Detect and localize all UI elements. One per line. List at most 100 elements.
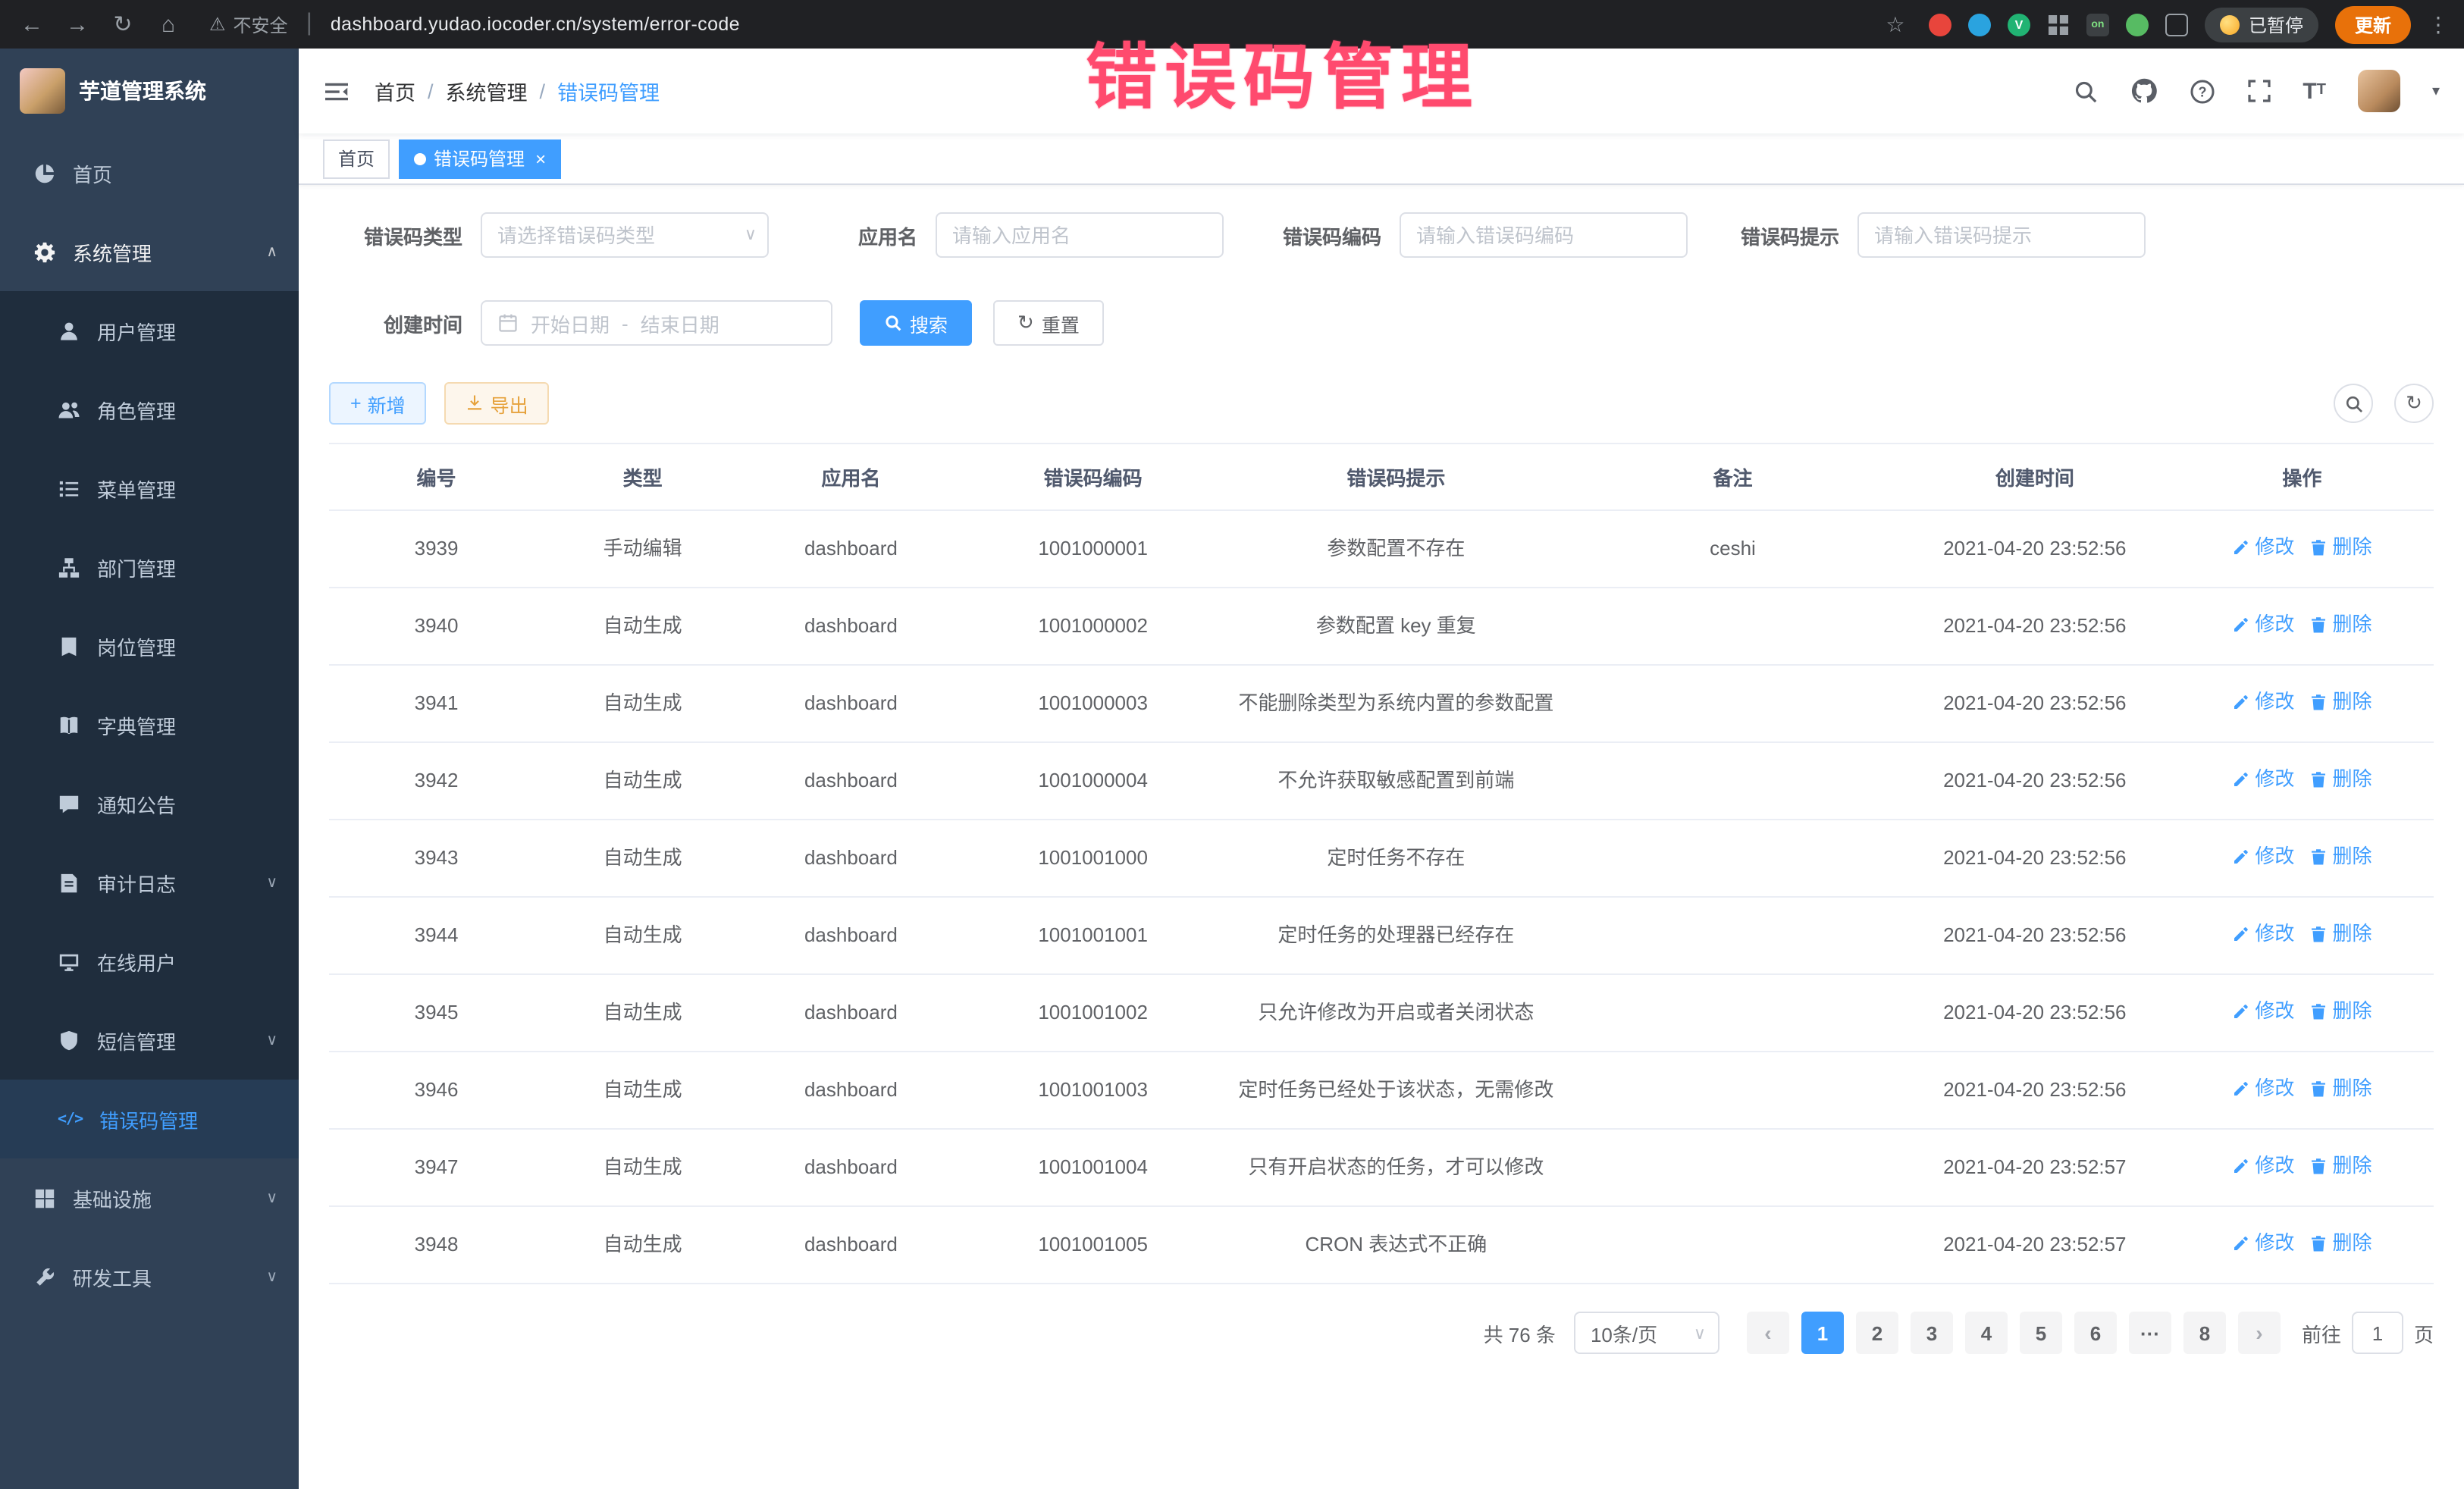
export-button[interactable]: 导出 — [445, 382, 550, 425]
reset-button[interactable]: ↻ 重置 — [993, 300, 1104, 346]
delete-link[interactable]: 删除 — [2309, 688, 2372, 716]
delete-link[interactable]: 删除 — [2309, 1230, 2372, 1257]
delete-link[interactable]: 删除 — [2309, 534, 2372, 561]
search-button[interactable]: 搜索 — [860, 300, 972, 346]
security-indicator[interactable]: ⚠ 不安全 — [209, 11, 288, 37]
trash-icon — [2309, 1234, 2328, 1252]
sidebar-item-menus[interactable]: 菜单管理 — [0, 449, 299, 528]
sidebar-item-users[interactable]: 用户管理 — [0, 291, 299, 370]
address-bar[interactable]: dashboard.yudao.iocoder.cn/system/error-… — [331, 14, 740, 35]
sidebar-logo[interactable]: 芋道管理系统 — [0, 49, 299, 133]
user-avatar[interactable] — [2358, 70, 2400, 112]
infra-grid-icon — [33, 1186, 56, 1209]
sidebar-toggle-icon[interactable] — [323, 80, 350, 102]
fullscreen-icon[interactable] — [2246, 79, 2271, 103]
delete-link[interactable]: 删除 — [2309, 611, 2372, 638]
page-size-select[interactable]: 10条/页 ∨ — [1574, 1312, 1719, 1354]
tag-error-codes[interactable]: 错误码管理 × — [399, 139, 561, 178]
error-type-select-input[interactable] — [481, 212, 769, 258]
prev-page-button[interactable]: ‹ — [1747, 1312, 1789, 1354]
sidebar-item-infra[interactable]: 基础设施 ∨ — [0, 1158, 299, 1237]
page-button-8[interactable]: 8 — [2183, 1312, 2226, 1354]
kebab-menu-icon[interactable]: ⋮ — [2428, 11, 2449, 37]
edit-link[interactable]: 修改 — [2232, 611, 2294, 638]
extensions-puzzle-icon[interactable] — [2165, 13, 2188, 36]
sidebar-item-posts[interactable]: 岗位管理 — [0, 607, 299, 685]
date-range-picker[interactable]: 开始日期 - 结束日期 — [481, 300, 832, 346]
extension-icon-blue[interactable] — [1968, 13, 1991, 36]
delete-link[interactable]: 删除 — [2309, 843, 2372, 870]
page-button-5[interactable]: 5 — [2020, 1312, 2062, 1354]
home-icon[interactable]: ⌂ — [152, 8, 185, 41]
breadcrumb-home[interactable]: 首页 — [375, 76, 415, 106]
table-toolbar: + 新增 导出 ↻ — [329, 382, 2434, 425]
error-msg-input[interactable] — [1857, 212, 2146, 258]
error-type-select[interactable]: ∨ — [481, 212, 769, 258]
extension-icon-grid[interactable] — [2047, 13, 2070, 36]
delete-link[interactable]: 删除 — [2309, 998, 2372, 1025]
sidebar-item-sms[interactable]: 短信管理 ∨ — [0, 1001, 299, 1080]
font-size-icon[interactable]: TT — [2303, 80, 2326, 102]
sidebar-item-roles[interactable]: 角色管理 — [0, 370, 299, 449]
edit-link[interactable]: 修改 — [2232, 1075, 2294, 1102]
sidebar-item-system[interactable]: 系统管理 ∧ — [0, 212, 299, 291]
end-date-placeholder[interactable]: 结束日期 — [641, 309, 719, 337]
tag-home[interactable]: 首页 — [323, 139, 390, 178]
filter-label-type: 错误码类型 — [329, 221, 462, 249]
edit-link[interactable]: 修改 — [2232, 688, 2294, 716]
page-button-2[interactable]: 2 — [1856, 1312, 1898, 1354]
page-button-6[interactable]: 6 — [2074, 1312, 2117, 1354]
delete-link[interactable]: 删除 — [2309, 1152, 2372, 1180]
edit-link[interactable]: 修改 — [2232, 1230, 2294, 1257]
page-more-button[interactable]: ··· — [2129, 1312, 2171, 1354]
show-search-button[interactable] — [2334, 384, 2373, 423]
extension-icon-green[interactable] — [2126, 13, 2149, 36]
edit-link[interactable]: 修改 — [2232, 998, 2294, 1025]
sidebar-item-audit-log[interactable]: 审计日志 ∨ — [0, 843, 299, 922]
goto-page-input[interactable] — [2352, 1312, 2403, 1354]
sidebar-item-depts[interactable]: 部门管理 — [0, 528, 299, 607]
edit-icon — [2232, 1157, 2250, 1175]
edit-link[interactable]: 修改 — [2232, 920, 2294, 948]
sidebar-item-online-users[interactable]: 在线用户 — [0, 922, 299, 1001]
help-icon[interactable]: ? — [2189, 78, 2215, 104]
extension-icon-vue[interactable]: V — [2008, 13, 2030, 36]
reload-icon[interactable]: ↻ — [106, 8, 140, 41]
dashboard-icon — [33, 161, 56, 184]
search-icon[interactable] — [2072, 78, 2098, 104]
delete-link[interactable]: 删除 — [2309, 766, 2372, 793]
edit-link[interactable]: 修改 — [2232, 766, 2294, 793]
sidebar-item-home[interactable]: 首页 — [0, 133, 299, 212]
error-code-input[interactable] — [1400, 212, 1688, 258]
refresh-table-button[interactable]: ↻ — [2394, 384, 2434, 423]
extension-icon-red[interactable] — [1929, 13, 1951, 36]
sidebar-item-error-codes[interactable]: </> 错误码管理 — [0, 1080, 299, 1158]
edit-link[interactable]: 修改 — [2232, 534, 2294, 561]
app-name-input[interactable] — [936, 212, 1224, 258]
breadcrumb-system[interactable]: 系统管理 — [446, 76, 528, 106]
filter-label-msg: 错误码提示 — [1688, 221, 1839, 249]
start-date-placeholder[interactable]: 开始日期 — [531, 309, 610, 337]
forward-icon[interactable]: → — [61, 8, 94, 41]
bookmark-star-icon[interactable]: ☆ — [1879, 8, 1912, 41]
add-button[interactable]: + 新增 — [329, 382, 427, 425]
browser-update-button[interactable]: 更新 — [2335, 5, 2411, 43]
extension-icon-badge[interactable]: on — [2086, 13, 2109, 36]
delete-link[interactable]: 删除 — [2309, 1075, 2372, 1102]
tag-close-icon[interactable]: × — [535, 149, 546, 168]
sidebar-item-notices[interactable]: 通知公告 — [0, 764, 299, 843]
page-button-1[interactable]: 1 — [1801, 1312, 1844, 1354]
page-button-4[interactable]: 4 — [1965, 1312, 2008, 1354]
sidebar-item-devtools[interactable]: 研发工具 ∨ — [0, 1237, 299, 1316]
back-icon[interactable]: ← — [15, 8, 49, 41]
sidebar-item-dicts[interactable]: 字典管理 — [0, 685, 299, 764]
next-page-button[interactable]: › — [2238, 1312, 2281, 1354]
avatar-caret-icon[interactable]: ▾ — [2432, 83, 2440, 99]
edit-link[interactable]: 修改 — [2232, 1152, 2294, 1180]
github-icon[interactable] — [2130, 77, 2157, 105]
refresh-icon: ↻ — [2406, 391, 2422, 415]
page-button-3[interactable]: 3 — [1911, 1312, 1953, 1354]
edit-link[interactable]: 修改 — [2232, 843, 2294, 870]
paused-badge[interactable]: 已暂停 — [2205, 7, 2318, 42]
delete-link[interactable]: 删除 — [2309, 920, 2372, 948]
